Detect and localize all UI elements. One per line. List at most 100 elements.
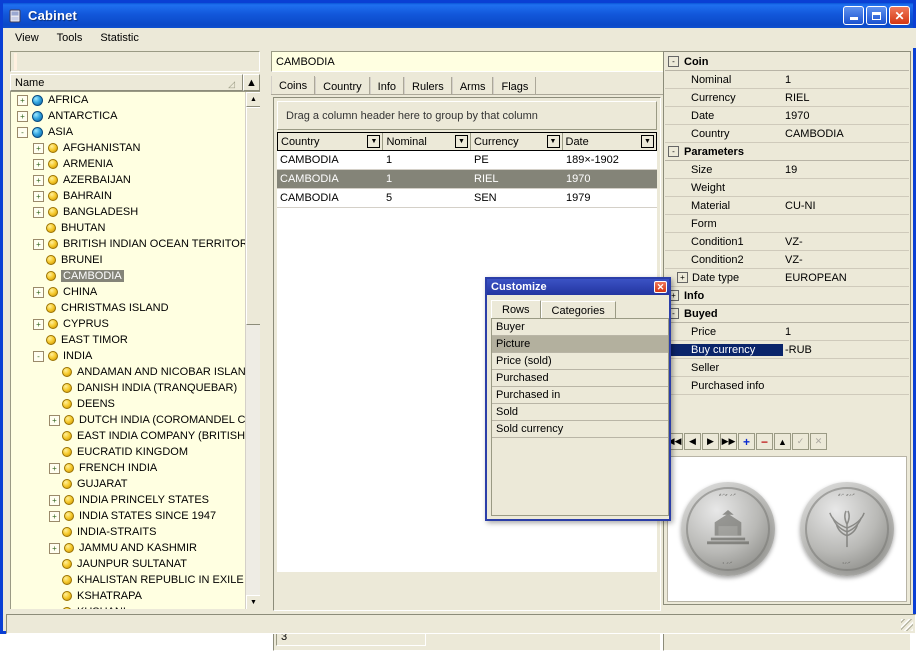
property-value[interactable]: VZ- <box>783 236 909 248</box>
property-row[interactable]: Price 1 <box>665 323 909 341</box>
expand-icon[interactable]: + <box>33 206 44 218</box>
property-group-info[interactable]: + Info <box>665 287 909 305</box>
list-item[interactable]: Sold currency <box>492 421 668 438</box>
tree-node[interactable]: + INDIA PRINCELY STATES <box>11 492 260 508</box>
tree-node[interactable]: + DUTCH INDIA (COROMANDEL CO <box>11 412 260 428</box>
grid-column-header-date[interactable]: Date ▼ <box>562 133 656 150</box>
minimize-button[interactable] <box>843 6 864 25</box>
expand-icon[interactable]: + <box>677 272 688 283</box>
expand-icon[interactable]: + <box>49 542 60 554</box>
property-row[interactable]: Size 19 <box>665 161 909 179</box>
property-row[interactable]: Condition1 VZ- <box>665 233 909 251</box>
tree-node[interactable]: - INDIA <box>11 348 260 364</box>
property-value[interactable]: -RUB <box>783 344 909 356</box>
tree-node[interactable]: + BAHRAIN <box>11 188 260 204</box>
expand-icon[interactable]: + <box>33 174 44 186</box>
property-row[interactable]: Date 1970 <box>665 107 909 125</box>
tree-node[interactable]: KUSHANI <box>11 604 260 609</box>
customize-dialog[interactable]: Customize ✕ Rows Categories Buyer Picture P… <box>485 277 671 521</box>
scrollbar-track[interactable] <box>246 325 260 595</box>
tree-node[interactable]: GUJARAT <box>11 476 260 492</box>
tree-node[interactable]: + AZERBAIJAN <box>11 172 260 188</box>
tree-node[interactable]: + AFGHANISTAN <box>11 140 260 156</box>
property-value[interactable]: CAMBODIA <box>783 128 909 140</box>
property-group-coin[interactable]: - Coin <box>665 53 909 71</box>
tree-node[interactable]: INDIA-STRAITS <box>11 524 260 540</box>
tree-node[interactable]: CAMBODIA <box>11 268 260 284</box>
tree-node[interactable]: + ARMENIA <box>11 156 260 172</box>
property-row[interactable]: Purchased info <box>665 377 909 395</box>
country-tree[interactable]: + AFRICA + ANTARCTICA - ASIA + AFGHANISTAN + ARME… <box>10 91 260 609</box>
property-value[interactable]: 1 <box>783 326 909 338</box>
prev-record-button[interactable]: ◀ <box>684 433 701 450</box>
delete-record-button[interactable]: − <box>756 433 773 450</box>
expand-icon[interactable]: + <box>33 286 44 298</box>
table-row[interactable]: CAMBODIA 5 SEN 1979 <box>277 189 657 208</box>
collapse-icon[interactable]: - <box>17 126 28 138</box>
expand-icon[interactable]: + <box>33 158 44 170</box>
tab-country[interactable]: Country <box>315 77 370 95</box>
column-filter-dropdown-icon[interactable]: ▼ <box>367 135 381 148</box>
property-row[interactable]: Seller <box>665 359 909 377</box>
menu-item-view[interactable]: View <box>6 30 48 47</box>
property-value[interactable]: 1 <box>783 74 909 86</box>
tree-node[interactable]: ANDAMAN AND NICOBAR ISLAND <box>11 364 260 380</box>
collapse-icon[interactable]: - <box>668 56 679 67</box>
tab-arms[interactable]: Arms <box>451 77 494 95</box>
expand-icon[interactable]: + <box>33 238 44 250</box>
property-row[interactable]: + Date type EUROPEAN <box>665 269 909 287</box>
property-row[interactable]: Country CAMBODIA <box>665 125 909 143</box>
add-record-button[interactable]: + <box>738 433 755 450</box>
list-item[interactable]: Sold <box>492 404 668 421</box>
property-row[interactable]: Currency RIEL <box>665 89 909 107</box>
property-value[interactable]: 19 <box>783 164 909 176</box>
dialog-tab-rows[interactable]: Rows <box>491 300 541 319</box>
list-item[interactable]: Purchased in <box>492 387 668 404</box>
tree-column-name[interactable]: Name ◿ <box>10 74 243 91</box>
tree-node[interactable]: + BANGLADESH <box>11 204 260 220</box>
last-record-button[interactable]: ▶▶ <box>720 433 737 450</box>
table-row[interactable]: CAMBODIA 1 PE 189×-1902 <box>277 151 657 170</box>
column-filter-dropdown-icon[interactable]: ▼ <box>641 135 654 148</box>
tree-node[interactable]: CHRISTMAS ISLAND <box>11 300 260 316</box>
tab-rulers[interactable]: Rulers <box>404 77 452 95</box>
tab-info[interactable]: Info <box>369 77 405 95</box>
next-record-button[interactable]: ▶ <box>702 433 719 450</box>
tree-node[interactable]: + FRENCH INDIA <box>11 460 260 476</box>
tree-node[interactable]: EUCRATID KINGDOM <box>11 444 260 460</box>
expand-icon[interactable]: + <box>17 94 28 106</box>
list-item[interactable]: Buyer <box>492 319 668 336</box>
property-row[interactable]: Material CU-NI <box>665 197 909 215</box>
collapse-icon[interactable]: - <box>33 350 44 362</box>
resize-grip-icon[interactable] <box>901 619 913 631</box>
scroll-down-button[interactable]: ▼ <box>246 595 260 609</box>
coin-reverse-image[interactable]: ށޅޒ ޔޖ ރޅޑ <box>799 482 894 576</box>
column-filter-dropdown-icon[interactable]: ▼ <box>454 135 468 148</box>
scrollbar-thumb[interactable] <box>246 107 260 325</box>
search-input[interactable] <box>10 51 260 72</box>
tree-node[interactable]: + INDIA STATES SINCE 1947 <box>11 508 260 524</box>
tree-node[interactable]: + ANTARCTICA <box>11 108 260 124</box>
expand-icon[interactable]: + <box>49 494 60 506</box>
list-item[interactable]: Purchased <box>492 370 668 387</box>
tree-node[interactable]: JAUNPUR SULTANAT <box>11 556 260 572</box>
close-button[interactable]: ✕ <box>889 6 910 25</box>
tree-node[interactable]: BRUNEI <box>11 252 260 268</box>
list-item[interactable]: Picture <box>492 336 668 353</box>
property-value[interactable]: 1970 <box>783 110 909 122</box>
grid-column-header-country[interactable]: Country ▼ <box>278 133 384 150</box>
property-value[interactable]: EUROPEAN <box>783 272 909 284</box>
coin-obverse-image[interactable]: ށޅ ޒޔޖ ރޅ ޑ <box>680 482 775 576</box>
tree-vertical-scrollbar[interactable]: ▲ ▼ <box>245 92 260 609</box>
expand-icon[interactable]: + <box>33 190 44 202</box>
list-item[interactable]: Price (sold) <box>492 353 668 370</box>
expand-icon[interactable]: + <box>49 462 60 474</box>
tree-node[interactable]: + BRITISH INDIAN OCEAN TERRITORY <box>11 236 260 252</box>
expand-icon[interactable]: + <box>49 414 60 426</box>
property-row[interactable]: Condition2 VZ- <box>665 251 909 269</box>
tree-node[interactable]: BHUTAN <box>11 220 260 236</box>
tab-coins[interactable]: Coins <box>271 76 316 95</box>
group-by-dropzone[interactable]: Drag a column header here to group by th… <box>277 101 657 130</box>
collapse-icon[interactable]: - <box>668 146 679 157</box>
tree-node[interactable]: + CHINA <box>11 284 260 300</box>
